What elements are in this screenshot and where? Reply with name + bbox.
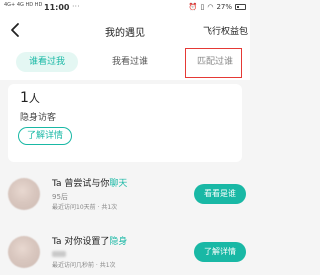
list-item-meta: 最近访问几秒前 · 共1次 [52, 262, 116, 269]
list-item-subtitle [52, 250, 66, 258]
battery-icon [235, 4, 246, 10]
visitor-label: 隐身访客 [20, 113, 57, 123]
highlight-annotation-box [185, 48, 242, 78]
tab-who-viewed-me[interactable]: 谁看过我 [16, 52, 78, 72]
battery-percent: 27% [216, 3, 232, 11]
visitor-count: 1人 [20, 90, 40, 106]
list-item-title-accent: 聊天 [109, 179, 128, 189]
avatar [8, 236, 40, 268]
status-right-group: ⏰ ▯ ◠ 27% [189, 3, 246, 11]
status-time: 11:00 [44, 3, 70, 12]
blurred-text-placeholder [52, 251, 66, 257]
hidden-visitor-card: 1人 隐身访客 了解详情 [8, 84, 242, 162]
app-header: 我的遇见 飞行权益包 [0, 16, 250, 46]
see-who-button[interactable]: 看看是谁 [194, 184, 246, 204]
visitor-count-number: 1 [20, 90, 29, 106]
list-item-title-prefix: Ta 对你设置了 [52, 237, 110, 247]
notification-dots-icon: ··· [72, 2, 80, 11]
flight-benefits-link[interactable]: 飞行权益包 [203, 24, 248, 37]
signal-indicator: 4G+ 4G HD HD [4, 2, 43, 8]
list-item-title: Ta 对你设置了隐身 [52, 234, 127, 247]
list-item-meta: 最近访问10天前 · 共1次 [52, 204, 118, 211]
list-item-title-accent: 隐身 [109, 237, 128, 247]
list-item-title-prefix: Ta 曾尝试与你 [52, 179, 110, 189]
list-item-subtitle: 95后 [52, 193, 68, 201]
avatar [8, 178, 40, 210]
vibrate-icon: ▯ [200, 3, 205, 11]
list-item-title: Ta 曾尝试与你聊天 [52, 176, 127, 189]
visitor-count-unit: 人 [28, 92, 40, 105]
learn-more-button[interactable]: 了解详情 [18, 127, 72, 145]
status-bar: 4G+ 4G HD HD 11:00 ··· ⏰ ▯ ◠ 27% [0, 0, 250, 16]
alarm-icon: ⏰ [188, 3, 198, 11]
list-item[interactable]: Ta 对你设置了隐身 最近访问几秒前 · 共1次 了解详情 [0, 230, 250, 275]
wifi-icon: ◠ [207, 3, 214, 11]
list-item[interactable]: Ta 曾尝试与你聊天 95后 最近访问10天前 · 共1次 看看是谁 [0, 172, 250, 218]
learn-details-button[interactable]: 了解详情 [194, 242, 246, 262]
tab-who-i-viewed[interactable]: 我看过谁 [100, 52, 160, 72]
